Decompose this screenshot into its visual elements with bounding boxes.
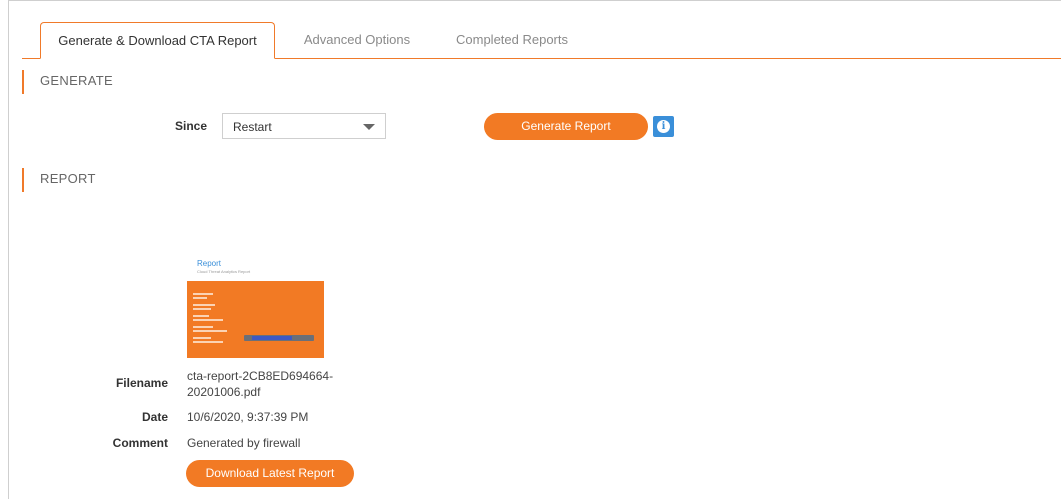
filename-value: cta-report-2CB8ED694664- 20201006.pdf — [187, 369, 334, 399]
tab-bar: Generate & Download CTA Report Advanced … — [22, 22, 1061, 59]
date-label: Date — [141, 410, 168, 424]
comment-label: Comment — [112, 436, 168, 450]
since-selected-value: Restart — [233, 120, 272, 134]
chevron-down-icon — [363, 124, 375, 130]
generate-report-button[interactable]: Generate Report — [484, 113, 648, 140]
tab-generate-download[interactable]: Generate & Download CTA Report — [40, 22, 275, 59]
thumbnail-cover — [187, 281, 324, 358]
info-icon: i — [657, 120, 670, 133]
filename-label: Filename — [115, 376, 168, 390]
date-value: 10/6/2020, 9:37:39 PM — [187, 410, 309, 424]
firewall-device-image — [244, 335, 314, 341]
comment-value: Generated by firewall — [187, 436, 301, 450]
report-thumbnail[interactable]: Report Cloud Threat Analytics Report — [187, 255, 324, 358]
thumbnail-subtitle: Cloud Threat Analytics Report — [197, 269, 251, 274]
generate-section-heading: GENERATE — [22, 70, 113, 94]
main-panel — [8, 0, 1061, 499]
thumbnail-title: Report — [197, 259, 222, 268]
info-button[interactable]: i — [653, 116, 674, 137]
report-section-heading: REPORT — [22, 168, 96, 192]
since-select[interactable]: Restart — [222, 113, 386, 139]
tab-advanced-options[interactable]: Advanced Options — [290, 22, 424, 58]
since-label: Since — [175, 119, 208, 133]
download-latest-report-button[interactable]: Download Latest Report — [186, 460, 354, 487]
tab-completed-reports[interactable]: Completed Reports — [442, 22, 582, 58]
